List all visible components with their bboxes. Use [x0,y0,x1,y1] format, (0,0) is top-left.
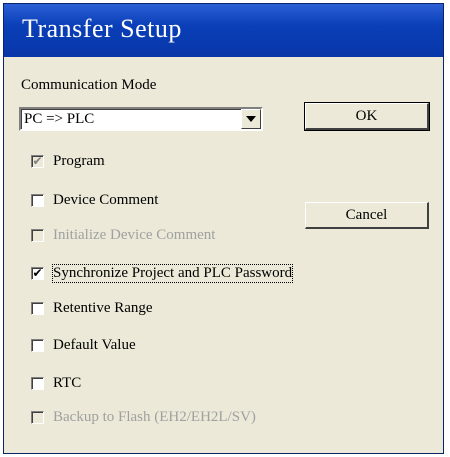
transfer-setup-dialog: Transfer Setup Communication Mode PC => … [3,3,444,454]
option-label: Program [53,152,105,169]
option-backup-to-flash: Backup to Flash (EH2/EH2L/SV) [31,407,256,427]
checkbox[interactable] [31,193,44,207]
ok-button[interactable]: OK [304,102,430,131]
dialog-title: Transfer Setup [22,14,182,43]
option-device-comment[interactable]: Device Comment [31,190,158,210]
dialog-body: Communication Mode PC => PLC OK Cancel ✔… [11,57,437,447]
checkbox [31,228,44,242]
option-label: Device Comment [53,191,159,208]
checkbox[interactable]: ✔ [31,154,44,168]
option-initialize-device-comment: Initialize Device Comment [31,225,215,245]
option-default-value[interactable]: Default Value [31,335,136,355]
dropdown-button[interactable] [241,109,261,129]
option-synchronize-password[interactable]: ✔ Synchronize Project and PLC Password [31,263,294,283]
option-rtc[interactable]: RTC [31,373,81,393]
option-label: RTC [53,374,82,391]
chevron-down-icon [246,116,256,122]
checkbox[interactable] [31,376,44,390]
checkmark-icon: ✔ [32,154,43,168]
checkbox [31,410,44,424]
option-retentive-range[interactable]: Retentive Range [31,298,153,318]
communication-mode-value: PC => PLC [24,111,95,127]
title-bar[interactable]: Transfer Setup [4,4,443,57]
checkbox[interactable] [31,301,44,315]
checkbox[interactable] [31,338,44,352]
checkbox[interactable]: ✔ [31,266,44,280]
checkmark-icon: ✔ [32,266,43,280]
option-program[interactable]: ✔ Program [31,151,105,171]
option-label: Backup to Flash (EH2/EH2L/SV) [53,408,256,425]
communication-mode-label: Communication Mode [21,77,157,93]
option-label: Default Value [53,336,136,353]
option-label: Retentive Range [53,299,153,316]
option-label: Synchronize Project and PLC Password [51,263,294,283]
communication-mode-select[interactable]: PC => PLC [19,107,263,131]
option-label: Initialize Device Comment [53,226,216,243]
cancel-button[interactable]: Cancel [305,202,429,229]
